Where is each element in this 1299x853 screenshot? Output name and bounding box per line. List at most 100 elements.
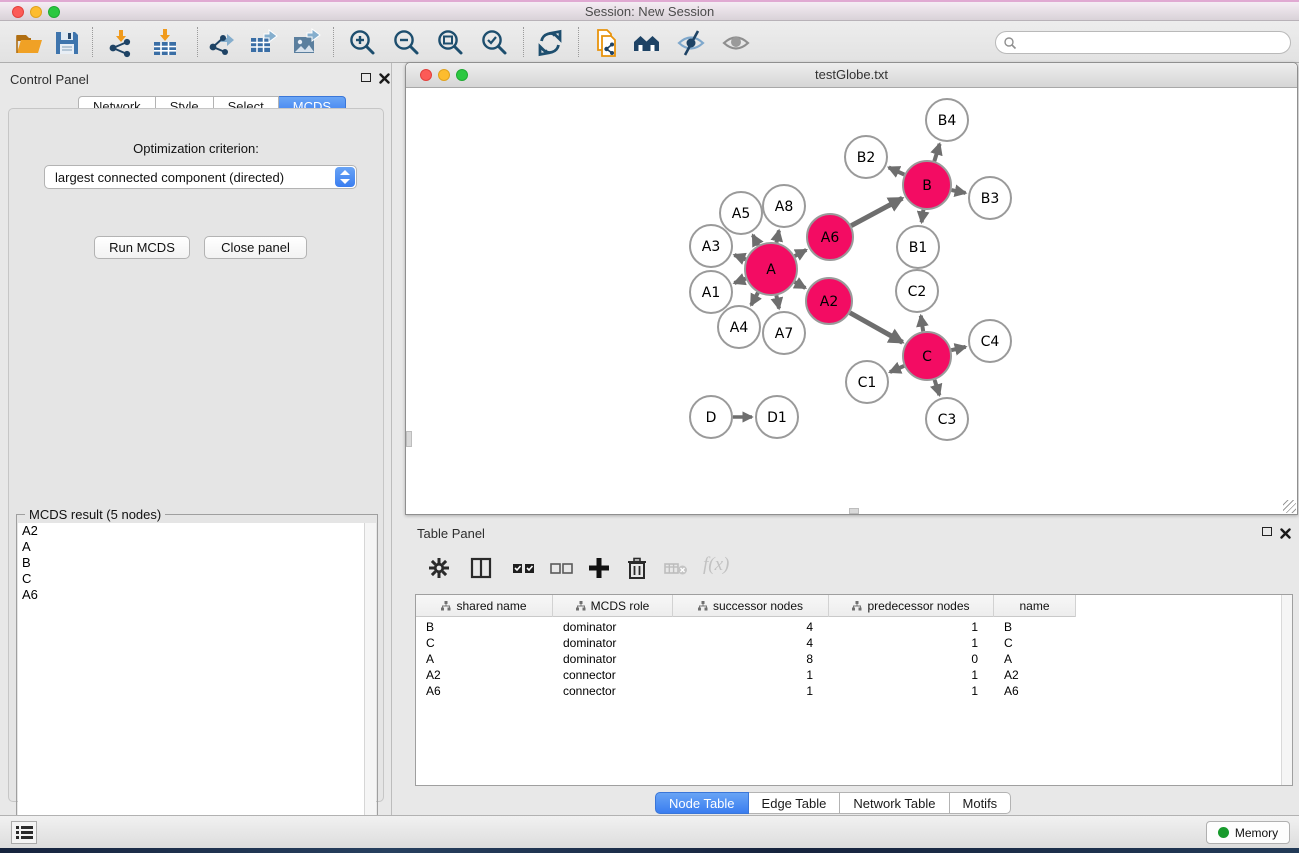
edge-A-A7[interactable]	[776, 295, 779, 308]
column-header-predecessor-nodes[interactable]: predecessor nodes	[829, 595, 994, 617]
node-table[interactable]: shared nameMCDS rolesuccessor nodesprede…	[415, 594, 1293, 786]
network-left-handle[interactable]	[406, 431, 412, 447]
network-resize-grip[interactable]	[1283, 500, 1296, 513]
optimization-criterion-select[interactable]: largest connected component (directed)	[44, 165, 357, 189]
function-builder-icon[interactable]: f(x)	[703, 554, 743, 580]
node-label-C: C	[922, 349, 932, 365]
import-table-icon[interactable]	[150, 28, 180, 58]
edge-C-C1[interactable]	[890, 366, 904, 372]
zoom-in-icon[interactable]	[347, 28, 377, 58]
save-session-icon[interactable]	[52, 28, 82, 58]
node-label-B1: B1	[909, 240, 928, 256]
memory-button[interactable]: Memory	[1206, 821, 1290, 844]
search-input[interactable]	[1022, 33, 1282, 52]
mcds-result-item[interactable]: B	[18, 555, 366, 571]
tab-network-table[interactable]: Network Table	[840, 792, 949, 814]
table-row[interactable]: A6connector11A6	[416, 683, 1076, 699]
network-minimize-button[interactable]	[438, 69, 450, 81]
minimize-window-button[interactable]	[30, 6, 42, 18]
delete-column-trash-icon[interactable]	[625, 556, 651, 582]
add-column-icon[interactable]	[587, 556, 613, 582]
tab-node-table[interactable]: Node Table	[655, 792, 749, 814]
toolbar-separator	[523, 27, 524, 57]
export-table-icon[interactable]	[248, 28, 278, 58]
edge-A-A6[interactable]	[795, 250, 807, 256]
column-header-name[interactable]: name	[994, 595, 1076, 617]
mcds-result-item[interactable]: A6	[18, 587, 366, 603]
network-bottom-handle[interactable]	[849, 508, 859, 514]
task-history-button[interactable]	[11, 821, 37, 844]
column-header-successor-nodes[interactable]: successor nodes	[673, 595, 829, 617]
show-eye-icon[interactable]	[721, 28, 751, 58]
close-window-button[interactable]	[12, 6, 24, 18]
network-zoom-button[interactable]	[456, 69, 468, 81]
edge-C-C2[interactable]	[921, 316, 923, 332]
edge-A-A4[interactable]	[751, 293, 758, 305]
cell-MCDS-role: dominator	[563, 619, 673, 635]
mcds-result-scrollbar[interactable]	[364, 523, 376, 853]
zoom-window-button[interactable]	[48, 6, 60, 18]
cell-MCDS-role: connector	[563, 667, 673, 683]
close-panel-button[interactable]: Close panel	[204, 236, 307, 259]
zoom-selected-icon[interactable]	[479, 28, 509, 58]
export-network-icon[interactable]	[206, 28, 236, 58]
cell-successor-nodes: 4	[673, 619, 813, 635]
refresh-icon[interactable]	[535, 28, 565, 58]
run-mcds-button[interactable]: Run MCDS	[94, 236, 190, 259]
edge-A-A1[interactable]	[734, 279, 745, 283]
network-canvas[interactable]: B4B2BB3A5A8A6A3B1AA1C2A2A4A7C4CC1C3DD1	[406, 88, 1297, 514]
edge-A2-C[interactable]	[850, 313, 903, 343]
edge-B-B2[interactable]	[889, 167, 905, 174]
table-row[interactable]: A2connector11A2	[416, 667, 1076, 683]
mcds-result-item[interactable]: C	[18, 571, 366, 587]
status-bar: Memory	[0, 815, 1299, 848]
node-label-A3: A3	[702, 239, 720, 255]
column-header-MCDS-role[interactable]: MCDS role	[553, 595, 673, 617]
network-window-titlebar[interactable]: testGlobe.txt	[406, 63, 1297, 88]
table-close-icon[interactable]	[1280, 526, 1291, 544]
edge-A-A3[interactable]	[734, 255, 745, 259]
import-network-icon[interactable]	[106, 28, 136, 58]
edge-B-B1[interactable]	[922, 210, 924, 223]
table-scrollbar[interactable]	[1281, 595, 1292, 785]
edge-B-B4[interactable]	[934, 144, 939, 161]
table-settings-gear-icon[interactable]	[427, 556, 453, 582]
edge-B-B3[interactable]	[951, 190, 965, 193]
close-panel-icon[interactable]	[379, 71, 390, 89]
open-file-icon[interactable]	[14, 28, 44, 58]
mcds-result-item[interactable]: A	[18, 539, 366, 555]
zoom-fit-icon[interactable]	[435, 28, 465, 58]
hide-selected-eye-slash-icon[interactable]	[676, 28, 706, 58]
mcds-result-list[interactable]: A2ABCA6	[18, 523, 366, 853]
edge-A-A2[interactable]	[795, 282, 806, 288]
column-header-shared-name[interactable]: shared name	[416, 595, 553, 617]
mcds-result-item[interactable]: A2	[18, 523, 366, 539]
select-all-icon[interactable]	[511, 556, 537, 582]
table-row[interactable]: Bdominator41B	[416, 619, 1076, 635]
export-image-icon[interactable]	[291, 28, 321, 58]
edge-A-A8[interactable]	[776, 230, 778, 242]
table-row[interactable]: Adominator80A	[416, 651, 1076, 667]
tab-motifs[interactable]: Motifs	[950, 792, 1012, 814]
new-network-from-selection-icon[interactable]	[590, 28, 620, 58]
edge-C-C4[interactable]	[951, 347, 965, 350]
node-label-A5: A5	[732, 206, 750, 222]
network-window-title: testGlobe.txt	[406, 63, 1297, 87]
tab-edge-table[interactable]: Edge Table	[749, 792, 841, 814]
table-row[interactable]: Cdominator41C	[416, 635, 1076, 651]
network-close-button[interactable]	[420, 69, 432, 81]
zoom-out-icon[interactable]	[391, 28, 421, 58]
edge-A-A5[interactable]	[753, 235, 758, 245]
search-icon	[1003, 36, 1017, 50]
unselect-all-icon[interactable]	[549, 556, 575, 582]
houses-icon[interactable]	[632, 28, 662, 58]
float-panel-icon[interactable]	[361, 73, 371, 82]
node-label-D: D	[706, 410, 717, 426]
edge-C-C3[interactable]	[935, 380, 940, 395]
search-box[interactable]	[995, 31, 1291, 54]
show-columns-icon[interactable]	[469, 556, 495, 582]
cell-predecessor-nodes: 0	[829, 651, 978, 667]
edge-A6-B[interactable]	[851, 198, 902, 225]
table-float-icon[interactable]	[1262, 527, 1272, 536]
delete-table-icon[interactable]	[663, 556, 689, 582]
